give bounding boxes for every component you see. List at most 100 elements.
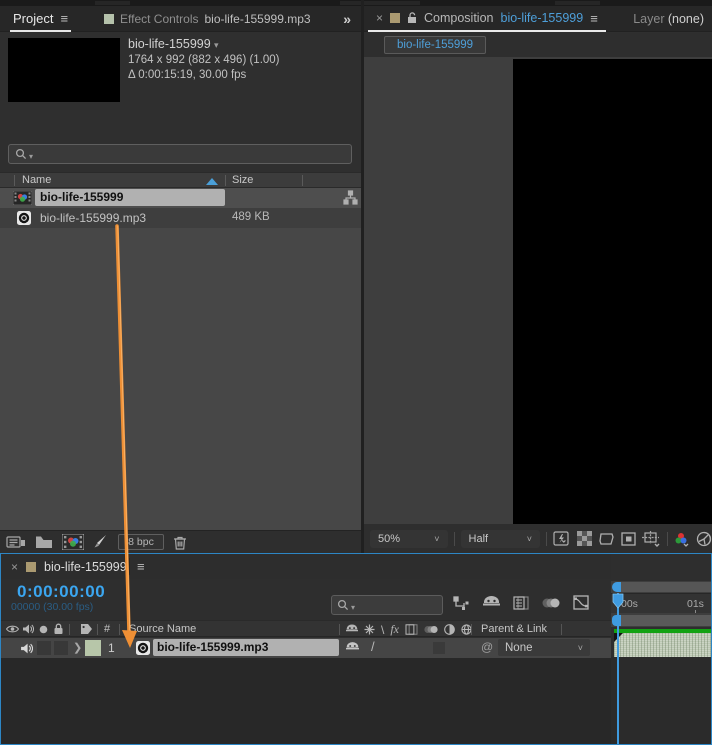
- column-header-name[interactable]: Name: [22, 174, 51, 186]
- column-parent-link-label[interactable]: Parent & Link: [481, 623, 547, 635]
- search-options-caret-icon[interactable]: ▾: [29, 152, 33, 161]
- transparency-grid-icon[interactable]: [577, 531, 593, 546]
- exposure-icon[interactable]: [696, 531, 712, 547]
- project-preview-thumbnail: [8, 38, 120, 102]
- tab-composition[interactable]: × Composition bio-life-155999 ≡: [368, 6, 606, 32]
- timeline-navigator-bar[interactable]: [611, 581, 711, 593]
- panel-menu-icon[interactable]: ≡: [590, 11, 598, 26]
- tab-layer[interactable]: Layer (none): [633, 12, 704, 26]
- resolution-dropdown[interactable]: Half ˅: [460, 529, 541, 548]
- composition-canvas[interactable]: [513, 59, 712, 524]
- expander-icon[interactable]: ❯: [73, 641, 82, 654]
- project-list-empty-area[interactable]: [0, 228, 361, 530]
- switch-column-icons: \ fx: [346, 622, 472, 637]
- lock-icon[interactable]: [53, 623, 64, 635]
- timeline-empty-area[interactable]: [1, 658, 611, 744]
- breadcrumb[interactable]: bio-life-155999: [384, 36, 487, 54]
- solo-checkbox[interactable]: [37, 641, 51, 655]
- label-tag-icon[interactable]: [80, 623, 93, 635]
- timeline-toggle-icons: [453, 595, 589, 610]
- layer-row[interactable]: ❯ 1 bio-life-155999.mp3 / @ None ˅: [1, 638, 611, 658]
- fx-icon[interactable]: fx: [390, 622, 399, 637]
- audio-file-icon: [136, 641, 150, 655]
- sort-ascending-icon[interactable]: [206, 178, 218, 185]
- tab-overflow-icon[interactable]: »: [343, 11, 351, 27]
- collapse-transformations-icon[interactable]: [364, 624, 375, 635]
- flowchart-icon[interactable]: [343, 190, 358, 205]
- panel-menu-icon[interactable]: ≡: [137, 559, 145, 574]
- quality-icon[interactable]: /: [371, 639, 375, 654]
- layer-source-name[interactable]: bio-life-155999.mp3: [153, 639, 339, 656]
- brush-icon[interactable]: [93, 534, 109, 550]
- track-empty-area[interactable]: [611, 657, 711, 744]
- shy-icon[interactable]: [483, 595, 500, 610]
- current-time-indicator-head[interactable]: [612, 593, 624, 609]
- tab-effect-controls[interactable]: Effect Controls bio-life-155999.mp3: [104, 6, 311, 32]
- quality-icon[interactable]: \: [381, 623, 384, 637]
- unlock-icon[interactable]: [407, 12, 417, 24]
- audio-speaker-icon[interactable]: [20, 642, 33, 655]
- shy-icon[interactable]: [346, 624, 358, 635]
- tab-composition-label: Composition: [424, 11, 494, 25]
- solo-icon[interactable]: [39, 625, 48, 634]
- lock-checkbox[interactable]: [54, 641, 68, 655]
- current-time-indicator-line[interactable]: [617, 593, 619, 744]
- new-folder-icon[interactable]: [35, 535, 53, 549]
- graph-editor-icon[interactable]: [573, 595, 589, 610]
- frame-blending-icon[interactable]: [405, 624, 418, 635]
- chevron-down-icon: ˅: [526, 533, 533, 544]
- tab-layer-value: (none): [667, 12, 704, 26]
- close-tab-icon[interactable]: ×: [376, 11, 383, 25]
- close-tab-icon[interactable]: ×: [11, 560, 18, 574]
- region-of-interest-icon[interactable]: [598, 532, 615, 546]
- motion-blur-icon[interactable]: [424, 624, 438, 635]
- timeline-search-input[interactable]: ▾: [331, 595, 443, 615]
- layer-label-swatch[interactable]: [85, 640, 101, 656]
- work-area-bar[interactable]: [611, 613, 711, 627]
- guides-icon[interactable]: [621, 531, 636, 546]
- item-info-dimensions: 1764 x 992 (882 x 496) (1.00): [128, 54, 280, 66]
- shy-icon[interactable]: [346, 642, 359, 653]
- composition-mini-flowchart-icon[interactable]: [453, 595, 470, 610]
- interpret-footage-icon[interactable]: [6, 535, 26, 549]
- project-footer: 8 bpc: [0, 530, 361, 553]
- fast-preview-icon[interactable]: [553, 530, 571, 547]
- audio-speaker-icon[interactable]: [22, 623, 34, 635]
- column-header-size[interactable]: Size: [232, 174, 253, 186]
- project-row-audio[interactable]: bio-life-155999.mp3 489 KB: [0, 208, 361, 228]
- timeline-square-icon: [26, 561, 37, 572]
- motion-blur-icon[interactable]: [542, 596, 560, 610]
- motion-blur-checkbox[interactable]: [433, 642, 445, 654]
- project-row-composition-name[interactable]: bio-life-155999: [35, 189, 225, 206]
- magnification-dropdown[interactable]: 50% ˅: [370, 529, 448, 548]
- frame-blending-icon[interactable]: [513, 595, 529, 610]
- new-composition-icon[interactable]: [62, 534, 84, 550]
- search-options-caret-icon[interactable]: ▾: [351, 603, 355, 612]
- pan-behind-icon[interactable]: [642, 530, 661, 547]
- item-info-caret-icon[interactable]: ▾: [214, 40, 219, 50]
- composition-square-icon: [390, 13, 401, 23]
- navigator-handle[interactable]: [612, 582, 621, 592]
- magnification-value: 50%: [378, 532, 401, 545]
- panel-menu-icon[interactable]: ≡: [60, 11, 68, 26]
- project-search-input[interactable]: ▾: [8, 144, 352, 164]
- project-row-composition[interactable]: bio-life-155999: [0, 188, 361, 208]
- tab-project[interactable]: Project ≡: [10, 6, 72, 32]
- audio-layer-bar[interactable]: [614, 633, 711, 657]
- parent-link-dropdown[interactable]: None ˅: [498, 639, 590, 656]
- video-eye-icon[interactable]: [6, 624, 19, 634]
- tab-effect-controls-file: bio-life-155999.mp3: [204, 12, 311, 26]
- composition-viewer[interactable]: [364, 57, 712, 524]
- pick-whip-icon[interactable]: @: [481, 640, 493, 654]
- composition-breadcrumb-strip: bio-life-155999: [364, 33, 712, 57]
- time-ruler[interactable]: 00s 01s: [611, 593, 711, 614]
- channel-settings-icon[interactable]: [674, 531, 690, 547]
- current-timecode[interactable]: 0:00:00:00: [17, 582, 105, 602]
- project-row-audio-name[interactable]: bio-life-155999.mp3: [40, 211, 146, 225]
- project-row-audio-size: 489 KB: [232, 211, 270, 223]
- trash-icon[interactable]: [173, 535, 187, 550]
- adjustment-layer-icon[interactable]: [444, 624, 455, 635]
- bit-depth-button[interactable]: 8 bpc: [118, 534, 164, 550]
- column-source-name-label[interactable]: Source Name: [129, 623, 196, 635]
- tab-timeline[interactable]: × bio-life-155999: [5, 554, 133, 579]
